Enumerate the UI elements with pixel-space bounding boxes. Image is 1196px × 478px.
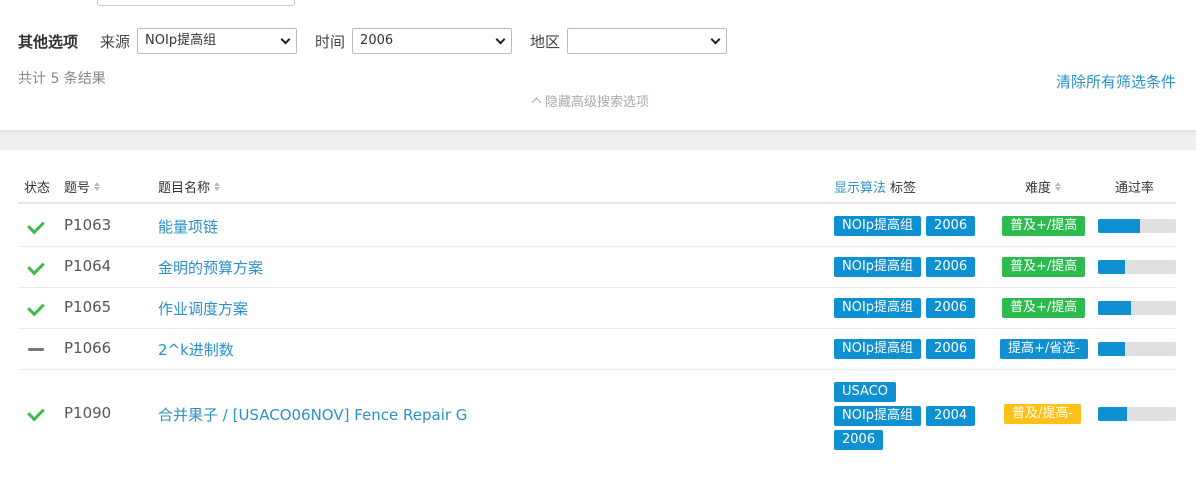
table-row[interactable]: P1064 金明的预算方案 NOIp提高组 2006 普及+/提高 bbox=[18, 247, 1176, 288]
header-name-label: 题目名称 bbox=[158, 181, 211, 196]
tag-badge[interactable]: NOIp提高组 bbox=[834, 216, 922, 236]
region-select[interactable] bbox=[567, 28, 728, 54]
tag-badge[interactable]: 2006 bbox=[834, 430, 884, 450]
difficulty-badge: 普及+/提高 bbox=[1002, 216, 1086, 236]
tag-badge[interactable]: NOIp提高组 bbox=[834, 257, 922, 277]
solved-check-icon bbox=[26, 259, 43, 276]
chevron-down-icon bbox=[495, 34, 506, 45]
table-header: 状态 题号 题目名称 显示算法 标签 难度 通过率 bbox=[18, 170, 1176, 204]
difficulty-badge: 普及+/提高 bbox=[1002, 298, 1086, 318]
tag-list: USACO NOIp提高组 2004 2006 bbox=[834, 380, 1004, 452]
difficulty-badge: 普及+/提高 bbox=[1002, 257, 1086, 277]
tag-badge[interactable]: 2004 bbox=[926, 406, 976, 426]
time-label: 时间 bbox=[315, 32, 346, 51]
sort-icon bbox=[94, 182, 101, 191]
difficulty-label: 普及+/提高 bbox=[1002, 257, 1086, 277]
problem-id: P1063 bbox=[64, 216, 112, 234]
hide-advanced-label: 隐藏高级搜索选项 bbox=[545, 95, 650, 110]
chevron-down-icon bbox=[710, 34, 721, 45]
problem-name-link[interactable]: 2^k进制数 bbox=[158, 339, 234, 360]
tag-badge[interactable]: NOIp提高组 bbox=[834, 406, 922, 426]
solved-check-icon bbox=[26, 405, 43, 422]
header-pass-rate: 通过率 bbox=[1115, 177, 1154, 196]
header-status-label: 状态 bbox=[24, 181, 51, 196]
solved-check-icon bbox=[26, 300, 43, 317]
problem-id: P1090 bbox=[64, 404, 112, 422]
solved-check-icon bbox=[26, 218, 43, 235]
filter-title: 其他选项 bbox=[18, 32, 79, 51]
pass-rate-bar bbox=[1098, 219, 1176, 233]
header-difficulty-label: 难度 bbox=[1025, 181, 1052, 196]
time-select[interactable]: 2006 bbox=[352, 28, 513, 54]
problem-id: P1064 bbox=[64, 257, 112, 275]
table-row[interactable]: P1065 作业调度方案 NOIp提高组 2006 普及+/提高 bbox=[18, 288, 1176, 329]
show-algorithm-link[interactable]: 显示算法 bbox=[834, 177, 886, 196]
difficulty-label: 普及+/提高 bbox=[1002, 216, 1086, 236]
sort-icon bbox=[214, 182, 221, 191]
pass-rate-bar bbox=[1098, 301, 1176, 315]
tag-list: NOIp提高组 2006 bbox=[834, 216, 980, 236]
clear-filters-link[interactable]: 清除所有筛选条件 bbox=[1056, 71, 1176, 92]
header-status: 状态 bbox=[24, 177, 50, 196]
section-divider bbox=[0, 130, 1196, 150]
chevron-down-icon bbox=[280, 34, 291, 45]
result-count: 共计 5 条结果 bbox=[18, 71, 106, 87]
pass-rate-bar bbox=[1098, 407, 1176, 421]
tag-list: NOIp提高组 2006 bbox=[834, 298, 980, 318]
hide-advanced-toggle[interactable]: 隐藏高级搜索选项 bbox=[531, 91, 650, 110]
header-difficulty[interactable]: 难度 bbox=[1025, 177, 1062, 196]
tag-badge[interactable]: 2006 bbox=[926, 339, 976, 359]
sort-icon bbox=[1055, 182, 1062, 191]
region-label: 地区 bbox=[530, 32, 561, 51]
tag-list: NOIp提高组 2006 bbox=[834, 257, 980, 277]
attempted-dash-icon bbox=[28, 348, 44, 351]
header-id-label: 题号 bbox=[64, 181, 91, 196]
difficulty-label: 普及/提高- bbox=[1004, 404, 1082, 424]
source-select[interactable]: NOIp提高组 bbox=[137, 28, 298, 54]
tag-badge[interactable]: USACO bbox=[834, 382, 896, 402]
time-select-value: 2006 bbox=[360, 33, 394, 48]
header-tags-label: 标签 bbox=[890, 181, 917, 196]
keyword-input[interactable] bbox=[97, 0, 295, 6]
tag-badge[interactable]: NOIp提高组 bbox=[834, 339, 922, 359]
problem-name-link[interactable]: 合并果子 / [USACO06NOV] Fence Repair G bbox=[158, 404, 467, 425]
problem-name-link[interactable]: 作业调度方案 bbox=[158, 298, 248, 319]
tag-list: NOIp提高组 2006 bbox=[834, 339, 980, 359]
tag-badge[interactable]: 2006 bbox=[926, 298, 976, 318]
filter-row: 其他选项 来源 NOIp提高组 时间 2006 地区 bbox=[18, 28, 745, 54]
pass-rate-bar bbox=[1098, 260, 1176, 274]
table-row[interactable]: P1063 能量项链 NOIp提高组 2006 普及+/提高 bbox=[18, 206, 1176, 247]
problem-name-link[interactable]: 能量项链 bbox=[158, 216, 218, 237]
chevron-up-icon bbox=[531, 97, 542, 108]
header-name[interactable]: 题目名称 bbox=[158, 177, 221, 196]
tag-badge[interactable]: 2006 bbox=[926, 216, 976, 236]
table-row[interactable]: P1066 2^k进制数 NOIp提高组 2006 提高+/省选- bbox=[18, 329, 1176, 370]
tag-badge[interactable]: 2006 bbox=[926, 257, 976, 277]
difficulty-label: 提高+/省选- bbox=[1000, 339, 1088, 359]
header-tags: 显示算法 标签 bbox=[834, 177, 916, 196]
tag-badge[interactable]: NOIp提高组 bbox=[834, 298, 922, 318]
difficulty-badge: 普及/提高- bbox=[1004, 404, 1082, 424]
pass-rate-bar bbox=[1098, 342, 1176, 356]
problem-id: P1066 bbox=[64, 339, 112, 357]
header-id[interactable]: 题号 bbox=[64, 177, 101, 196]
difficulty-badge: 提高+/省选- bbox=[1000, 339, 1088, 359]
table-row[interactable]: P1090 合并果子 / [USACO06NOV] Fence Repair G… bbox=[18, 370, 1176, 458]
difficulty-label: 普及+/提高 bbox=[1002, 298, 1086, 318]
problem-name-link[interactable]: 金明的预算方案 bbox=[158, 257, 263, 278]
problem-id: P1065 bbox=[64, 298, 112, 316]
source-label: 来源 bbox=[100, 32, 131, 51]
source-select-value: NOIp提高组 bbox=[145, 33, 217, 48]
header-pass-rate-label: 通过率 bbox=[1115, 181, 1155, 196]
